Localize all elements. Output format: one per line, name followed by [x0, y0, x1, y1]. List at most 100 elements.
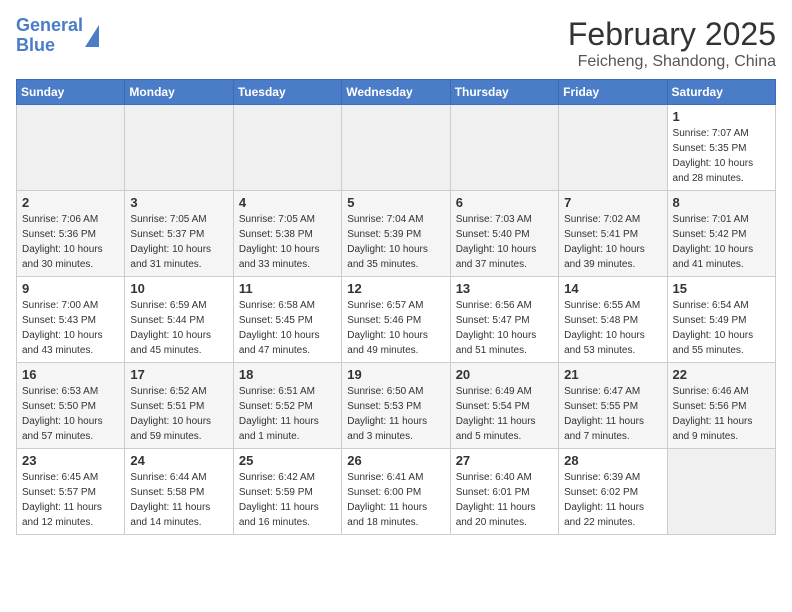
day-number: 28 — [564, 453, 661, 468]
day-number: 25 — [239, 453, 336, 468]
day-number: 12 — [347, 281, 444, 296]
day-number: 26 — [347, 453, 444, 468]
day-number: 4 — [239, 195, 336, 210]
day-info: Sunrise: 7:03 AM Sunset: 5:40 PM Dayligh… — [456, 212, 553, 272]
day-number: 3 — [130, 195, 227, 210]
day-info: Sunrise: 7:06 AM Sunset: 5:36 PM Dayligh… — [22, 212, 119, 272]
day-number: 2 — [22, 195, 119, 210]
day-info: Sunrise: 6:49 AM Sunset: 5:54 PM Dayligh… — [456, 384, 553, 444]
day-number: 7 — [564, 195, 661, 210]
day-info: Sunrise: 7:00 AM Sunset: 5:43 PM Dayligh… — [22, 298, 119, 358]
logo-text: GeneralBlue — [16, 16, 83, 56]
day-info: Sunrise: 7:01 AM Sunset: 5:42 PM Dayligh… — [673, 212, 770, 272]
calendar-cell: 7Sunrise: 7:02 AM Sunset: 5:41 PM Daylig… — [559, 191, 667, 277]
day-info: Sunrise: 6:55 AM Sunset: 5:48 PM Dayligh… — [564, 298, 661, 358]
day-number: 11 — [239, 281, 336, 296]
weekday-header: Saturday — [667, 80, 775, 105]
day-info: Sunrise: 6:57 AM Sunset: 5:46 PM Dayligh… — [347, 298, 444, 358]
calendar-cell — [125, 105, 233, 191]
calendar-cell: 6 Sunrise: 7:03 AM Sunset: 5:40 PM Daylig… — [450, 191, 558, 277]
day-info: Sunrise: 7:05 AM Sunset: 5:38 PM Dayligh… — [239, 212, 336, 272]
day-info: Sunrise: 6:40 AM Sunset: 6:01 PM Dayligh… — [456, 470, 553, 530]
calendar-cell: 18 Sunrise: 6:51 AM Sunset: 5:52 PM Dayli… — [233, 363, 341, 449]
day-info: Sunrise: 7:05 AM Sunset: 5:37 PM Dayligh… — [130, 212, 227, 272]
calendar-week-row: 9 Sunrise: 7:00 AM Sunset: 5:43 PM Daylig… — [17, 277, 776, 363]
calendar-cell: 27 Sunrise: 6:40 AM Sunset: 6:01 PM Dayli… — [450, 449, 558, 535]
calendar-cell: 4 Sunrise: 7:05 AM Sunset: 5:38 PM Daylig… — [233, 191, 341, 277]
weekday-header: Wednesday — [342, 80, 450, 105]
day-number: 5 — [347, 195, 444, 210]
calendar-cell: 9 Sunrise: 7:00 AM Sunset: 5:43 PM Daylig… — [17, 277, 125, 363]
calendar-cell: 28Sunrise: 6:39 AM Sunset: 6:02 PM Dayli… — [559, 449, 667, 535]
day-info: Sunrise: 6:46 AM Sunset: 5:56 PM Dayligh… — [673, 384, 770, 444]
calendar-cell — [233, 105, 341, 191]
calendar-week-row: 23 Sunrise: 6:45 AM Sunset: 5:57 PM Dayli… — [17, 449, 776, 535]
day-info: Sunrise: 6:56 AM Sunset: 5:47 PM Dayligh… — [456, 298, 553, 358]
day-number: 21 — [564, 367, 661, 382]
page-title: February 2025 — [568, 16, 776, 53]
day-info: Sunrise: 6:47 AM Sunset: 5:55 PM Dayligh… — [564, 384, 661, 444]
day-info: Sunrise: 6:42 AM Sunset: 5:59 PM Dayligh… — [239, 470, 336, 530]
calendar-cell: 26 Sunrise: 6:41 AM Sunset: 6:00 PM Dayli… — [342, 449, 450, 535]
calendar-cell: 2 Sunrise: 7:06 AM Sunset: 5:36 PM Daylig… — [17, 191, 125, 277]
calendar-week-row: 2 Sunrise: 7:06 AM Sunset: 5:36 PM Daylig… — [17, 191, 776, 277]
calendar-cell: 5 Sunrise: 7:04 AM Sunset: 5:39 PM Daylig… — [342, 191, 450, 277]
day-number: 9 — [22, 281, 119, 296]
calendar-cell — [450, 105, 558, 191]
day-info: Sunrise: 6:44 AM Sunset: 5:58 PM Dayligh… — [130, 470, 227, 530]
calendar-table: SundayMondayTuesdayWednesdayThursdayFrid… — [16, 79, 776, 535]
weekday-header: Sunday — [17, 80, 125, 105]
day-number: 16 — [22, 367, 119, 382]
day-info: Sunrise: 7:07 AM Sunset: 5:35 PM Dayligh… — [673, 126, 770, 186]
day-number: 1 — [673, 109, 770, 124]
page-subtitle: Feicheng, Shandong, China — [568, 53, 776, 71]
day-number: 10 — [130, 281, 227, 296]
calendar-cell: 21 Sunrise: 6:47 AM Sunset: 5:55 PM Dayli… — [559, 363, 667, 449]
logo: GeneralBlue — [16, 16, 99, 56]
day-info: Sunrise: 6:41 AM Sunset: 6:00 PM Dayligh… — [347, 470, 444, 530]
calendar-cell: 12 Sunrise: 6:57 AM Sunset: 5:46 PM Dayli… — [342, 277, 450, 363]
day-number: 15 — [673, 281, 770, 296]
day-number: 18 — [239, 367, 336, 382]
calendar-cell: 24 Sunrise: 6:44 AM Sunset: 5:58 PM Dayli… — [125, 449, 233, 535]
calendar-cell: 14Sunrise: 6:55 AM Sunset: 5:48 PM Dayli… — [559, 277, 667, 363]
calendar-week-row: 16 Sunrise: 6:53 AM Sunset: 5:50 PM Dayli… — [17, 363, 776, 449]
calendar-cell: 15Sunrise: 6:54 AM Sunset: 5:49 PM Dayli… — [667, 277, 775, 363]
calendar-cell: 3 Sunrise: 7:05 AM Sunset: 5:37 PM Daylig… — [125, 191, 233, 277]
day-info: Sunrise: 6:51 AM Sunset: 5:52 PM Dayligh… — [239, 384, 336, 444]
calendar-cell: 13 Sunrise: 6:56 AM Sunset: 5:47 PM Dayli… — [450, 277, 558, 363]
weekday-header: Friday — [559, 80, 667, 105]
day-info: Sunrise: 6:58 AM Sunset: 5:45 PM Dayligh… — [239, 298, 336, 358]
day-number: 6 — [456, 195, 553, 210]
page-header: GeneralBlue February 2025 Feicheng, Shan… — [16, 16, 776, 71]
day-number: 8 — [673, 195, 770, 210]
day-number: 13 — [456, 281, 553, 296]
day-number: 20 — [456, 367, 553, 382]
calendar-cell: 19Sunrise: 6:50 AM Sunset: 5:53 PM Dayli… — [342, 363, 450, 449]
calendar-cell: 10 Sunrise: 6:59 AM Sunset: 5:44 PM Dayli… — [125, 277, 233, 363]
calendar-cell — [559, 105, 667, 191]
day-info: Sunrise: 6:45 AM Sunset: 5:57 PM Dayligh… — [22, 470, 119, 530]
calendar-cell: 1 Sunrise: 7:07 AM Sunset: 5:35 PM Daylig… — [667, 105, 775, 191]
weekday-header-row: SundayMondayTuesdayWednesdayThursdayFrid… — [17, 80, 776, 105]
calendar-cell — [667, 449, 775, 535]
title-block: February 2025 Feicheng, Shandong, China — [568, 16, 776, 71]
calendar-cell: 25 Sunrise: 6:42 AM Sunset: 5:59 PM Dayli… — [233, 449, 341, 535]
calendar-week-row: 1 Sunrise: 7:07 AM Sunset: 5:35 PM Daylig… — [17, 105, 776, 191]
calendar-cell: 20 Sunrise: 6:49 AM Sunset: 5:54 PM Dayli… — [450, 363, 558, 449]
calendar-cell: 11 Sunrise: 6:58 AM Sunset: 5:45 PM Dayli… — [233, 277, 341, 363]
day-number: 24 — [130, 453, 227, 468]
day-info: Sunrise: 6:50 AM Sunset: 5:53 PM Dayligh… — [347, 384, 444, 444]
day-number: 23 — [22, 453, 119, 468]
calendar-cell: 17Sunrise: 6:52 AM Sunset: 5:51 PM Dayli… — [125, 363, 233, 449]
weekday-header: Thursday — [450, 80, 558, 105]
day-number: 27 — [456, 453, 553, 468]
day-number: 17 — [130, 367, 227, 382]
calendar-cell: 8 Sunrise: 7:01 AM Sunset: 5:42 PM Daylig… — [667, 191, 775, 277]
day-info: Sunrise: 7:04 AM Sunset: 5:39 PM Dayligh… — [347, 212, 444, 272]
calendar-cell: 16 Sunrise: 6:53 AM Sunset: 5:50 PM Dayli… — [17, 363, 125, 449]
weekday-header: Monday — [125, 80, 233, 105]
calendar-cell — [17, 105, 125, 191]
day-info: Sunrise: 6:59 AM Sunset: 5:44 PM Dayligh… — [130, 298, 227, 358]
day-info: Sunrise: 6:53 AM Sunset: 5:50 PM Dayligh… — [22, 384, 119, 444]
